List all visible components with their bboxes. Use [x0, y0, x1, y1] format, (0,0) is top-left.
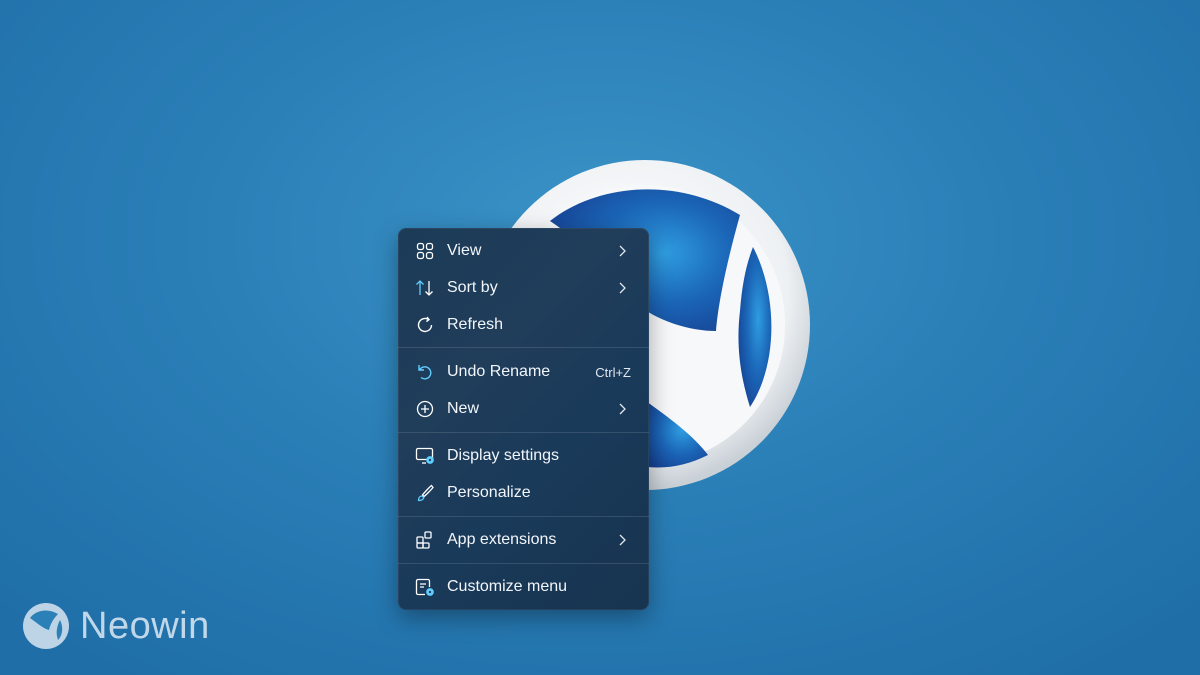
menu-item-label: Refresh — [447, 316, 504, 333]
menu-separator — [398, 347, 649, 348]
menu-separator — [398, 516, 649, 517]
menu-item-app-extensions[interactable]: App extensions — [402, 523, 645, 557]
menu-item-label: Display settings — [447, 447, 560, 464]
customize-icon — [415, 577, 435, 597]
keyboard-shortcut: Ctrl+Z — [595, 365, 631, 380]
menu-item-label: New — [447, 400, 480, 417]
menu-item-label: Personalize — [447, 484, 531, 501]
menu-item-label: App extensions — [447, 531, 557, 548]
menu-item-view[interactable]: View — [402, 234, 645, 268]
undo-icon — [415, 362, 435, 382]
chevron-right-icon — [617, 401, 627, 417]
menu-item-refresh[interactable]: Refresh — [402, 308, 645, 342]
menu-item-label: View — [447, 242, 482, 259]
menu-separator — [398, 432, 649, 433]
menu-item-display-settings[interactable]: Display settings — [402, 439, 645, 473]
chevron-right-icon — [617, 532, 627, 548]
menu-item-label: Sort by — [447, 279, 498, 296]
menu-separator — [398, 563, 649, 564]
chevron-right-icon — [617, 280, 627, 296]
chevron-right-icon — [617, 243, 627, 259]
grid-icon — [415, 241, 435, 261]
menu-item-label: Customize menu — [447, 578, 568, 595]
menu-item-label: Undo Rename — [447, 363, 551, 380]
menu-item-new[interactable]: New — [402, 392, 645, 426]
neowin-watermark: Neowin — [22, 600, 210, 652]
brush-icon — [415, 483, 435, 503]
extensions-icon — [415, 530, 435, 550]
watermark-text: Neowin — [80, 604, 210, 647]
menu-item-sort-by[interactable]: Sort by — [402, 271, 645, 305]
menu-item-personalize[interactable]: Personalize — [402, 476, 645, 510]
neowin-logo-icon — [23, 603, 69, 649]
refresh-icon — [415, 315, 435, 335]
menu-item-customize-menu[interactable]: Customize menu — [402, 570, 645, 604]
menu-item-undo-rename[interactable]: Undo Rename Ctrl+Z — [402, 355, 645, 389]
desktop-context-menu: View Sort by Refresh Undo Rename Ctrl+Z … — [398, 228, 649, 610]
monitor-gear-icon — [415, 446, 435, 466]
sort-arrows-icon — [415, 278, 435, 298]
plus-circle-icon — [415, 399, 435, 419]
